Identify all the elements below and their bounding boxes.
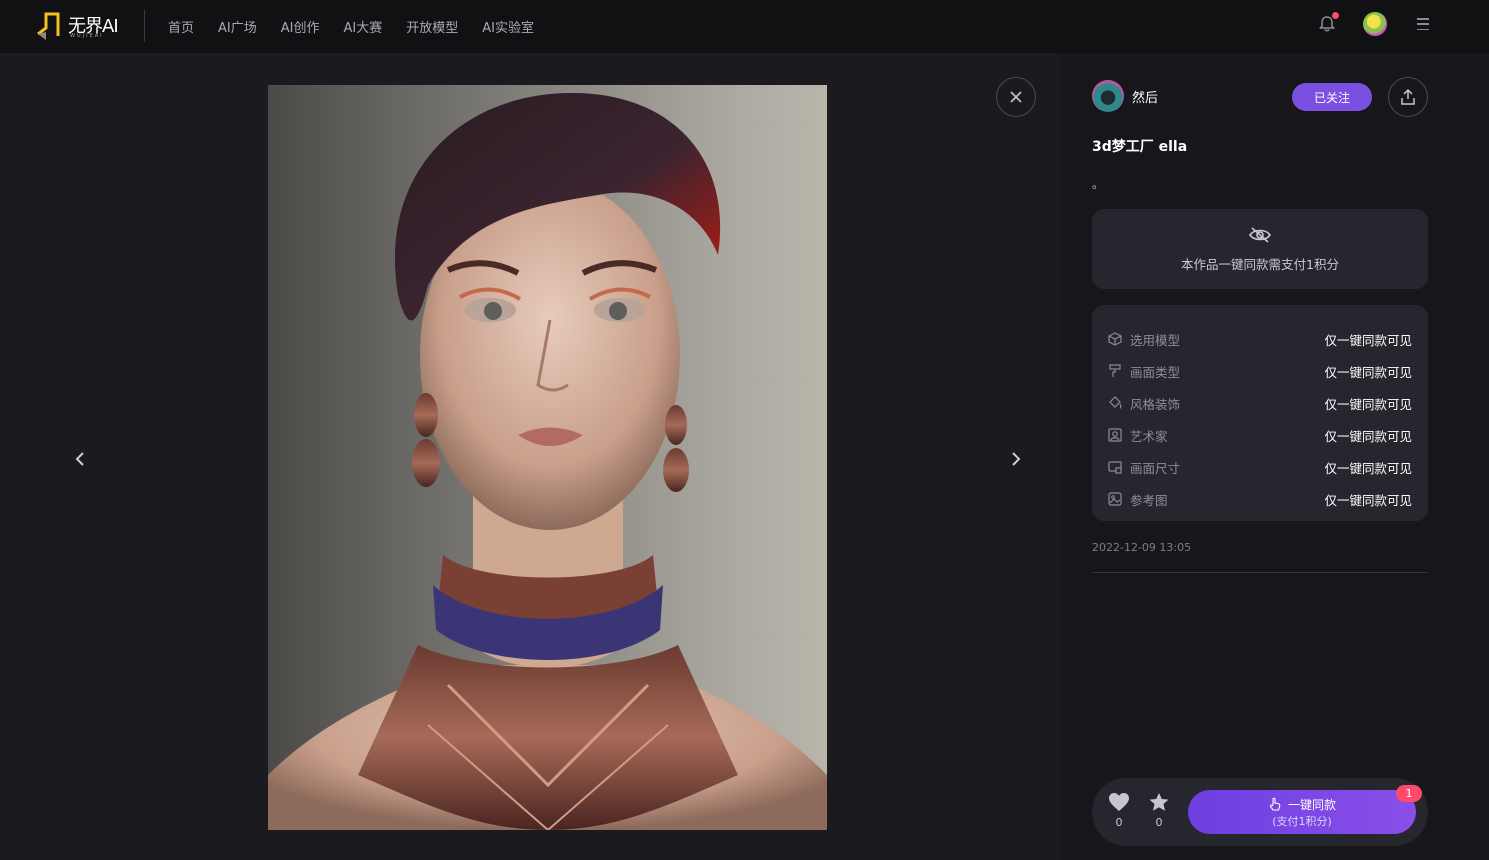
divider bbox=[144, 10, 145, 42]
close-icon bbox=[1010, 91, 1022, 103]
param-label: 风格装饰 bbox=[1130, 396, 1181, 412]
close-viewer-button[interactable] bbox=[996, 77, 1036, 117]
like-button[interactable]: 0 bbox=[1107, 792, 1131, 829]
like-count: 0 bbox=[1115, 816, 1123, 829]
hidden-notice: 本作品一键同款需支付1积分 bbox=[1181, 256, 1339, 272]
param-value: 仅一键同款可见 bbox=[1324, 332, 1412, 348]
chevron-right-icon bbox=[1012, 452, 1021, 466]
param-value: 仅一键同款可见 bbox=[1324, 460, 1412, 476]
param-row: 画面类型 仅一键同款可见 bbox=[1108, 355, 1412, 387]
share-button[interactable] bbox=[1388, 77, 1428, 117]
heart-icon bbox=[1109, 793, 1129, 811]
created-timestamp: 2022-12-09 13:05 bbox=[1092, 541, 1192, 554]
paint-bucket-icon bbox=[1108, 396, 1122, 410]
logo[interactable]: 无界AI WUJIEAI bbox=[36, 9, 126, 41]
author-info[interactable]: 然后 bbox=[1092, 80, 1158, 112]
detail-panel: 然后 已关注 3d梦工厂 ella 。 本作品一键同款需支付1积分 选用模型 仅… bbox=[1060, 53, 1489, 860]
hand-pointer-icon bbox=[1269, 797, 1281, 811]
param-value: 仅一键同款可见 bbox=[1324, 492, 1412, 508]
param-row: 风格装饰 仅一键同款可见 bbox=[1108, 387, 1412, 419]
share-icon bbox=[1401, 88, 1415, 105]
nav-item-ai-lab[interactable]: AI实验室 bbox=[482, 17, 534, 36]
nav-item-ai-contest[interactable]: AI大赛 bbox=[343, 17, 382, 36]
top-icons bbox=[1317, 12, 1429, 36]
menu-icon[interactable] bbox=[1417, 18, 1429, 30]
follow-button[interactable]: 已关注 bbox=[1292, 83, 1372, 111]
author-avatar[interactable] bbox=[1092, 80, 1124, 112]
hidden-prompt-card: 本作品一键同款需支付1积分 bbox=[1092, 209, 1428, 289]
param-label: 选用模型 bbox=[1130, 332, 1181, 348]
logo-subtext: WUJIEAI bbox=[70, 33, 104, 39]
divider bbox=[1092, 572, 1428, 573]
param-row: 选用模型 仅一键同款可见 bbox=[1108, 323, 1412, 355]
portrait-icon bbox=[1108, 428, 1122, 442]
star-icon bbox=[1149, 793, 1169, 811]
cube-icon bbox=[1108, 332, 1122, 346]
params-list: 选用模型 仅一键同款可见 画面类型 仅一键同款可见 风格装饰 仅一键同款可见 艺… bbox=[1092, 305, 1428, 521]
one-click-same-label: 一键同款 bbox=[1287, 797, 1336, 812]
notification-dot bbox=[1332, 12, 1339, 19]
nav-item-ai-create[interactable]: AI创作 bbox=[281, 17, 320, 36]
param-value: 仅一键同款可见 bbox=[1324, 428, 1412, 444]
param-row: 艺术家 仅一键同款可见 bbox=[1108, 419, 1412, 451]
param-label: 画面类型 bbox=[1130, 364, 1181, 380]
work-description: 。 bbox=[1092, 177, 1105, 191]
one-click-same-cost: (支付1积分) bbox=[1272, 814, 1332, 828]
chevron-left-icon bbox=[75, 452, 84, 466]
param-row: 画面尺寸 仅一键同款可见 bbox=[1108, 451, 1412, 483]
cost-badge: 1 bbox=[1396, 785, 1422, 802]
param-row: 参考图 仅一键同款可见 bbox=[1108, 483, 1412, 515]
favorite-button[interactable]: 0 bbox=[1147, 792, 1171, 829]
top-navbar: 无界AI WUJIEAI 首页 AI广场 AI创作 AI大赛 开放模型 AI实验… bbox=[0, 0, 1489, 53]
paint-roller-icon bbox=[1108, 364, 1122, 378]
notification-bell-icon[interactable] bbox=[1317, 12, 1339, 34]
logo-mark-icon bbox=[37, 12, 60, 40]
image-viewer bbox=[0, 53, 1060, 860]
image-icon bbox=[1108, 492, 1122, 506]
main-nav: 首页 AI广场 AI创作 AI大赛 开放模型 AI实验室 bbox=[168, 0, 534, 53]
next-image-button[interactable] bbox=[1006, 449, 1026, 469]
author-name[interactable]: 然后 bbox=[1132, 87, 1158, 106]
param-value: 仅一键同款可见 bbox=[1324, 364, 1412, 380]
user-avatar[interactable] bbox=[1363, 12, 1387, 36]
param-label: 艺术家 bbox=[1130, 428, 1168, 444]
resize-icon bbox=[1108, 460, 1122, 474]
param-label: 参考图 bbox=[1130, 492, 1168, 508]
param-label: 画面尺寸 bbox=[1130, 460, 1181, 476]
favorite-count: 0 bbox=[1155, 816, 1163, 829]
nav-item-ai-plaza[interactable]: AI广场 bbox=[218, 17, 257, 36]
eye-off-icon bbox=[1249, 226, 1271, 243]
previous-image-button[interactable] bbox=[70, 449, 90, 469]
nav-item-open-models[interactable]: 开放模型 bbox=[406, 17, 458, 36]
one-click-same-button[interactable]: 一键同款 (支付1积分) bbox=[1188, 790, 1416, 834]
param-value: 仅一键同款可见 bbox=[1324, 396, 1412, 412]
artwork-image bbox=[268, 85, 827, 830]
action-bar: 0 0 一键同款 (支付1积分) 1 bbox=[1092, 778, 1428, 846]
work-title: 3d梦工厂 ella bbox=[1092, 139, 1188, 155]
nav-item-home[interactable]: 首页 bbox=[168, 17, 194, 36]
